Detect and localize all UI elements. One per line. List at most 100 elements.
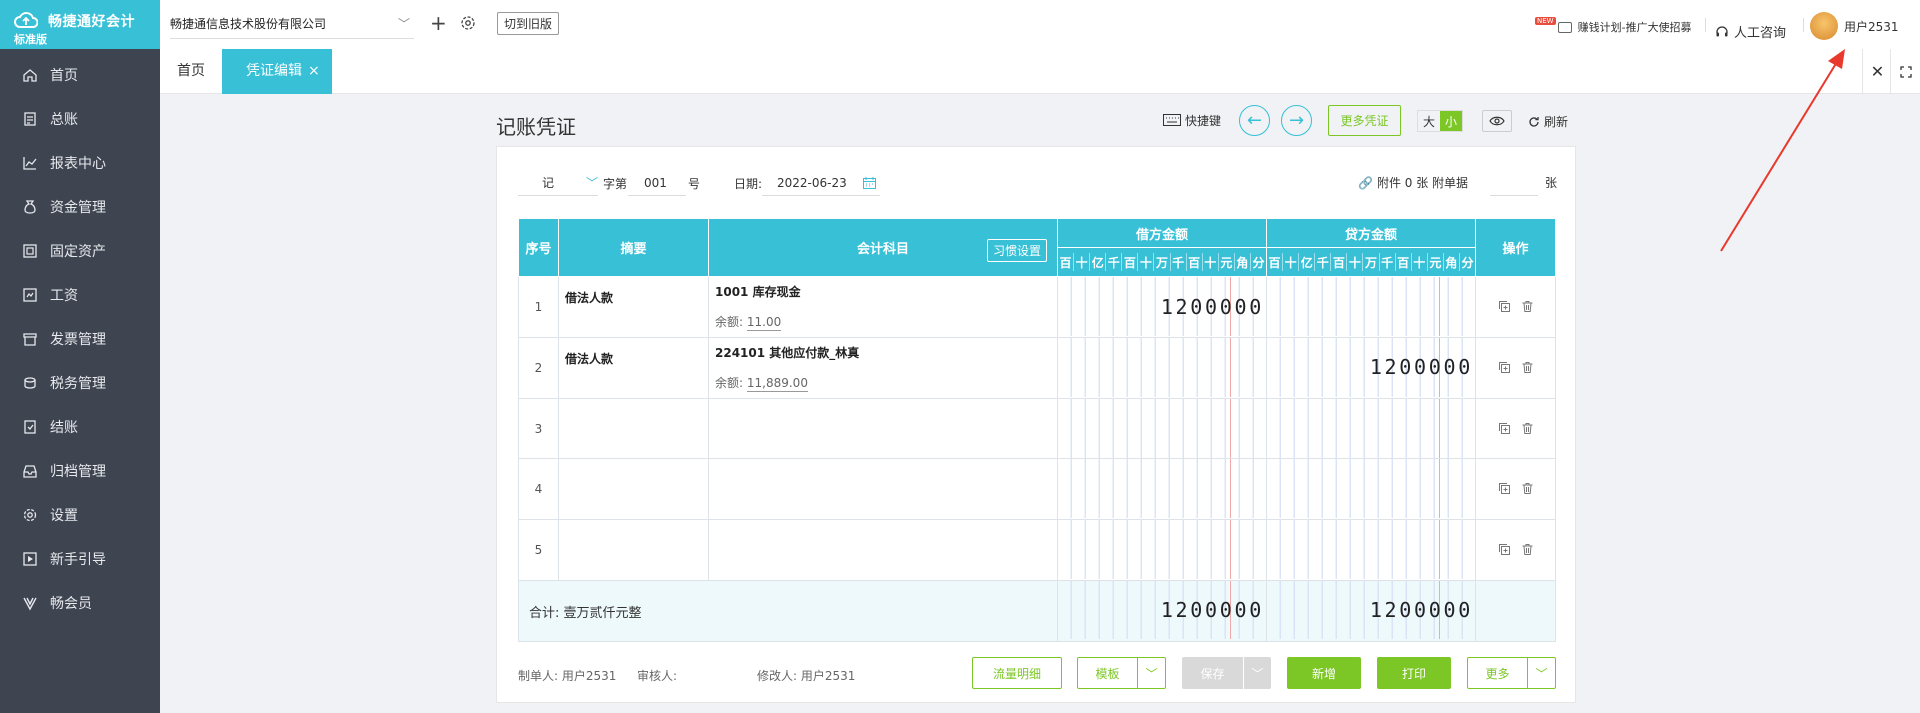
summary-cell[interactable]: 借法人款 — [558, 336, 709, 399]
size-large-button[interactable]: 大 — [1418, 111, 1440, 131]
summary-cell[interactable]: 借法人款 — [558, 276, 709, 338]
sidebar-item-vip[interactable]: 畅会员 — [0, 581, 160, 625]
refresh-button[interactable]: 刷新 — [1528, 113, 1568, 130]
subject-cell[interactable]: 1001 库存现金 余额: 11.00 — [708, 276, 1058, 338]
invoice-icon — [22, 331, 38, 347]
sidebar-item-invoice[interactable]: 发票管理 — [0, 317, 160, 361]
sidebar-item-funds[interactable]: 资金管理 — [0, 185, 160, 229]
debit-cell[interactable] — [1057, 458, 1267, 521]
sidebar-item-assets[interactable]: 固定资产 — [0, 229, 160, 273]
shortcut-button[interactable]: 快捷键 — [1163, 104, 1221, 136]
summary-cell[interactable] — [558, 458, 709, 521]
digit-unit-label: 亿 — [1090, 253, 1107, 271]
digit-unit-label: 千 — [1106, 253, 1123, 271]
debit-cell[interactable] — [1057, 519, 1267, 582]
sidebar-item-archive[interactable]: 归档管理 — [0, 449, 160, 493]
subject-cell[interactable] — [708, 458, 1058, 521]
chevron-down-icon[interactable]: ﹀ — [1137, 658, 1165, 688]
date-label: 日期: — [734, 176, 763, 191]
chart-icon — [22, 155, 38, 171]
voucher-word-select[interactable]: 记 ﹀ — [518, 170, 598, 196]
tab-voucher-edit[interactable]: 凭证编辑 × — [222, 49, 332, 94]
habit-settings-button[interactable]: 习惯设置 — [986, 239, 1047, 262]
subject-cell[interactable]: 224101 其他应付款_林真 余额: 11,889.00 — [708, 336, 1058, 399]
attachment-link[interactable]: 🔗 附件 0 张 — [1358, 174, 1428, 191]
print-button[interactable]: 打印 — [1377, 657, 1451, 689]
credit-cell[interactable]: 1200000 — [1266, 336, 1476, 399]
voucher-word: 记 — [542, 175, 555, 190]
fullscreen-button[interactable] — [1890, 49, 1920, 94]
col-ops: 操作 — [1475, 218, 1556, 277]
balance-value[interactable]: 11.00 — [746, 315, 782, 331]
copy-row-icon[interactable] — [1498, 422, 1511, 435]
credit-cell[interactable] — [1266, 397, 1476, 460]
attach-docs-label: 附单据 — [1432, 176, 1469, 190]
credit-cell[interactable] — [1266, 519, 1476, 582]
delete-row-icon[interactable] — [1521, 482, 1534, 495]
debit-cell[interactable]: 1200000 — [1057, 276, 1267, 338]
gear-icon[interactable] — [460, 15, 476, 31]
user-menu[interactable]: 用户2531 — [1810, 12, 1899, 40]
company-select[interactable]: 畅捷通信息技术股份有限公司 ﹀ — [170, 11, 414, 39]
delete-row-icon[interactable] — [1521, 361, 1534, 374]
copy-row-icon[interactable] — [1498, 482, 1511, 495]
fullscreen-icon — [1899, 65, 1912, 78]
promo-link[interactable]: NEW 赚钱计划-推广大使招募 — [1535, 17, 1692, 35]
calendar-icon[interactable] — [863, 177, 876, 189]
preview-button[interactable] — [1482, 110, 1512, 132]
chevron-down-icon[interactable]: ﹀ — [1243, 657, 1271, 689]
debit-cell[interactable] — [1057, 397, 1267, 460]
switch-old-version-button[interactable]: 切到旧版 — [497, 12, 560, 35]
credit-cell[interactable] — [1266, 458, 1476, 521]
col-credit: 贷方金额 — [1266, 218, 1476, 248]
delete-row-icon[interactable] — [1521, 422, 1534, 435]
more-vouchers-button[interactable]: 更多凭证 — [1328, 105, 1401, 136]
copy-row-icon[interactable] — [1498, 361, 1511, 374]
credit-cell[interactable] — [1266, 276, 1476, 338]
delete-row-icon[interactable] — [1521, 543, 1534, 556]
user-name: 用户2531 — [1844, 19, 1899, 34]
template-button[interactable]: 模板 ﹀ — [1077, 657, 1166, 689]
reviewer-label: 审核人: — [637, 669, 678, 683]
sidebar-item-label: 工资 — [50, 288, 78, 304]
size-small-button[interactable]: 小 — [1440, 111, 1462, 131]
logo[interactable]: 畅捷通好会计 标准版 — [0, 0, 160, 49]
close-icon[interactable]: × — [308, 63, 320, 79]
prev-voucher-button[interactable]: ← — [1239, 105, 1270, 136]
balance-value[interactable]: 11,889.00 — [746, 375, 808, 392]
cashflow-detail-button[interactable]: 流量明细 — [972, 657, 1062, 689]
add-icon[interactable]: + — [430, 12, 447, 34]
copy-row-icon[interactable] — [1498, 300, 1511, 313]
copy-row-icon[interactable] — [1498, 543, 1511, 556]
size-toggle: 大 小 — [1417, 110, 1463, 132]
subject-cell[interactable] — [708, 519, 1058, 582]
close-all-tabs-button[interactable]: ✕ — [1862, 49, 1892, 94]
summary-cell[interactable] — [558, 519, 709, 582]
sidebar-item-guide[interactable]: 新手引导 — [0, 537, 160, 581]
consult-button[interactable]: 人工咨询 — [1715, 22, 1786, 41]
tab-home[interactable]: 首页 — [160, 49, 222, 94]
sidebar-item-tax[interactable]: 税务管理 — [0, 361, 160, 405]
more-button[interactable]: 更多 ﹀ — [1467, 657, 1556, 689]
next-voucher-button[interactable]: → — [1281, 105, 1312, 136]
sidebar-item-home[interactable]: 首页 — [0, 53, 160, 97]
ops-cell — [1475, 458, 1556, 521]
save-button[interactable]: 保存 ﹀ — [1182, 657, 1271, 689]
sidebar-item-settings[interactable]: 设置 — [0, 493, 160, 537]
date-input[interactable]: 2022-06-23 — [762, 170, 880, 196]
voucher-number-input[interactable]: 001 — [628, 170, 686, 196]
delete-row-icon[interactable] — [1521, 300, 1534, 313]
sidebar-item-close-books[interactable]: 结账 — [0, 405, 160, 449]
debit-cell[interactable] — [1057, 336, 1267, 399]
row-seq: 3 — [518, 397, 559, 460]
attach-docs-input[interactable] — [1490, 170, 1538, 196]
sidebar-item-reports[interactable]: 报表中心 — [0, 141, 160, 185]
sidebar-item-salary[interactable]: 工资 — [0, 273, 160, 317]
chevron-down-icon[interactable]: ﹀ — [1527, 658, 1555, 688]
summary-cell[interactable] — [558, 397, 709, 460]
total-debit-cell: 1200000 — [1057, 580, 1267, 642]
subject-cell[interactable] — [708, 397, 1058, 460]
paperclip-icon: 🔗 — [1358, 175, 1373, 190]
new-button[interactable]: 新增 — [1287, 657, 1361, 689]
sidebar-item-ledger[interactable]: 总账 — [0, 97, 160, 141]
